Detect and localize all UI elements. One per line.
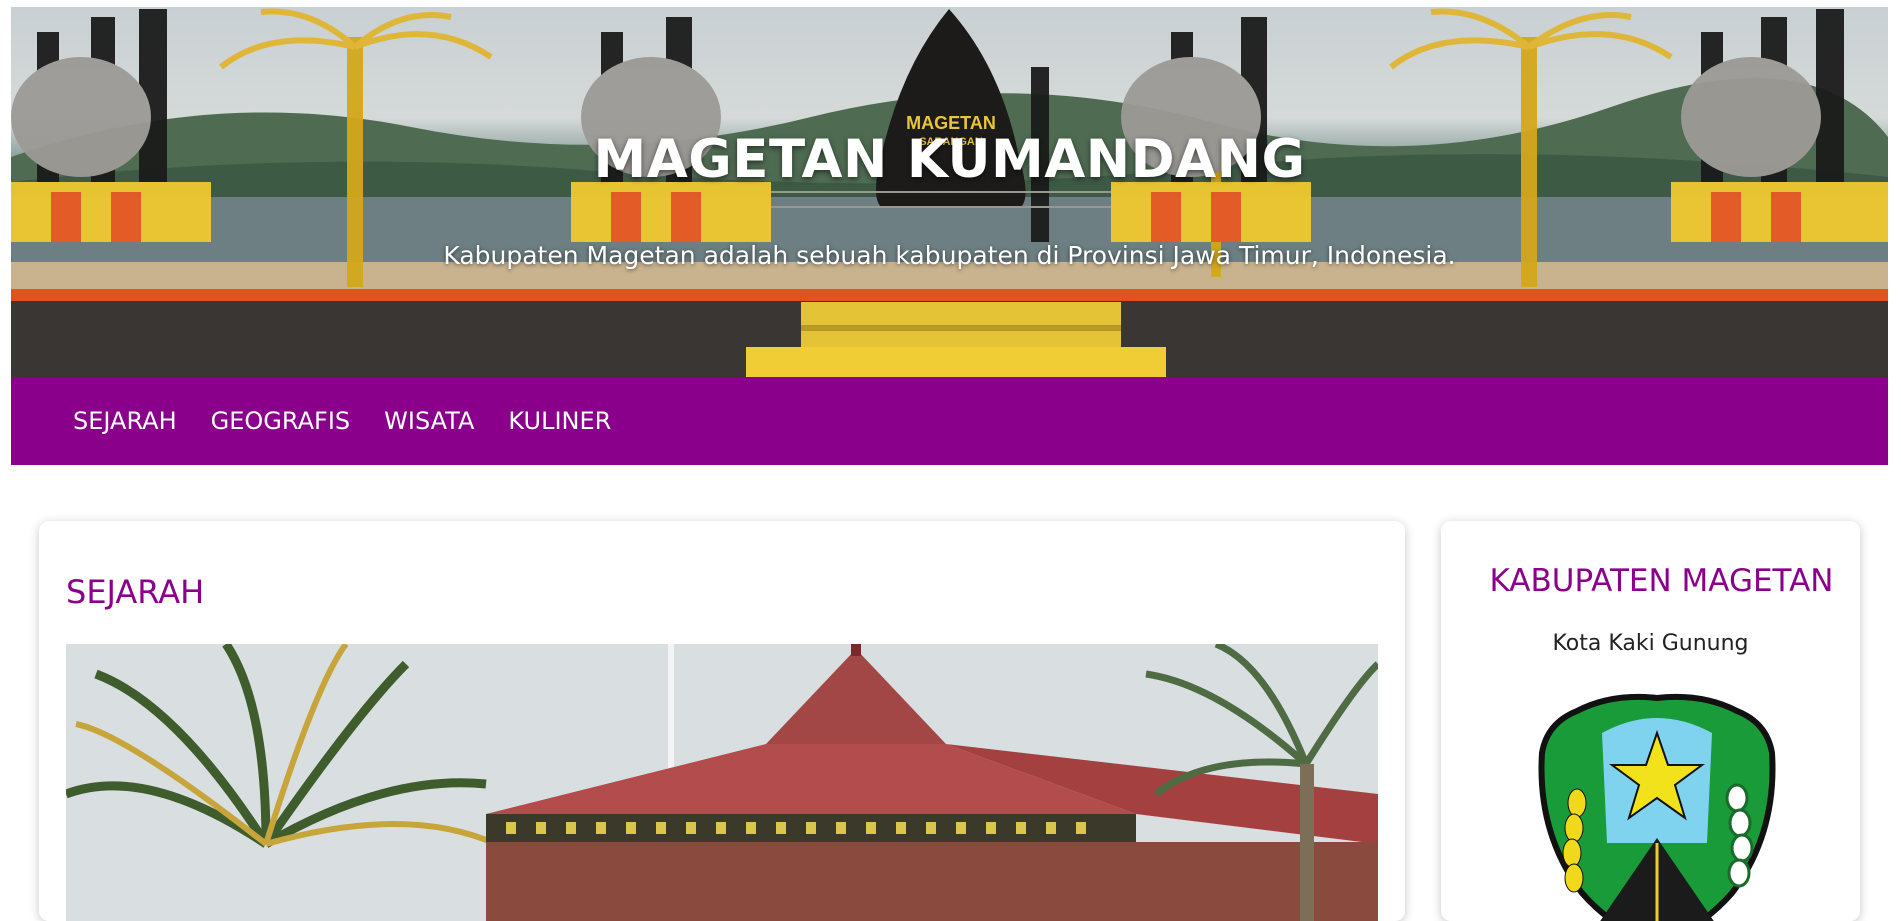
pendopo-photo — [66, 644, 1378, 921]
sidebar-title: KABUPATEN MAGETAN — [1489, 563, 1834, 599]
magetan-emblem-logo — [1538, 693, 1776, 921]
main-nav: SEJARAH GEOGRAFIS WISATA KULINER — [11, 377, 1888, 465]
pendopo-image — [66, 644, 1378, 921]
sidebar-card: KABUPATEN MAGETAN Kota Kaki Gunung — [1441, 521, 1860, 921]
main-content-card: SEJARAH — [39, 521, 1405, 921]
site-subtitle: Kabupaten Magetan adalah sebuah kabupate… — [443, 241, 1456, 270]
section-title: SEJARAH — [66, 573, 205, 611]
banner-image: MAGETAN SARANGAN — [11, 8, 1888, 377]
sidebar-subtitle: Kota Kaki Gunung — [1552, 631, 1749, 656]
nav-item-wisata[interactable]: WISATA — [384, 407, 474, 435]
nav-item-geografis[interactable]: GEOGRAFIS — [211, 407, 351, 435]
nav-item-sejarah[interactable]: SEJARAH — [73, 407, 177, 435]
nav-item-kuliner[interactable]: KULINER — [508, 407, 611, 435]
site-title: MAGETAN KUMANDANG — [593, 129, 1306, 190]
header-banner: MAGETAN SARANGAN MAGETAN KUMANDANG Kabup… — [11, 7, 1888, 377]
